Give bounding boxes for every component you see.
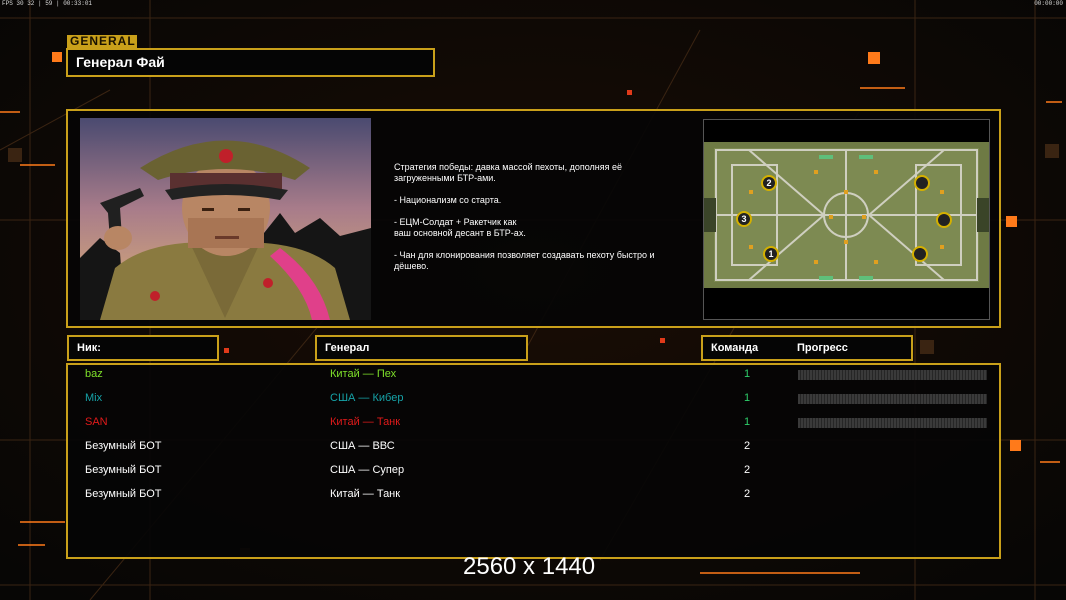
map-preview: 2 3 1	[703, 119, 990, 320]
clock-readout: 00:00:00	[1034, 0, 1063, 7]
player-team: 2	[744, 440, 751, 452]
player-general: США — Супер	[330, 464, 405, 476]
resolution-watermark: 2560 x 1440	[463, 553, 596, 580]
player-team: 1	[744, 392, 751, 404]
player-nick: Безумный БОТ	[85, 488, 162, 500]
player-progress-bar	[798, 394, 987, 404]
player-progress-bar	[798, 370, 987, 380]
strategy-description: Стратегия победы: давка массой пехоты, д…	[394, 162, 694, 283]
player-team: 1	[744, 416, 751, 428]
player-general: Китай — Танк	[330, 488, 401, 500]
header-general: Генерал	[315, 335, 528, 361]
map-slot-label: 1	[768, 249, 773, 259]
player-team: 2	[744, 488, 751, 500]
player-row[interactable]: Mix США — Кибер 1	[0, 391, 1066, 415]
header-team-progress: Команда Прогресс	[701, 335, 913, 361]
map-slot-label: 2	[766, 178, 771, 188]
description-line: - ЕЦМ-Солдат + Ракетчик как ваш основной…	[394, 217, 526, 238]
general-name: Генерал Фай	[66, 48, 435, 77]
player-nick: Безумный БОТ	[85, 464, 162, 476]
player-general: Китай — Пех	[330, 368, 397, 380]
player-team: 2	[744, 464, 751, 476]
player-nick: Безумный БОТ	[85, 440, 162, 452]
header-progress: Прогресс	[797, 342, 848, 354]
player-general: США — ВВС	[330, 440, 395, 452]
description-line: - Чан для клонирования позволяет создава…	[394, 250, 655, 271]
player-nick: SAN	[85, 416, 108, 428]
player-row[interactable]: Безумный БОТ США — Супер 2	[0, 463, 1066, 487]
player-progress-bar	[798, 418, 987, 428]
general-tag: GENERAL	[67, 35, 137, 48]
player-general: США — Кибер	[330, 392, 404, 404]
header-nick: Ник:	[67, 335, 219, 361]
description-line: - Национализм со старта.	[394, 195, 502, 205]
player-row[interactable]: Безумный БОТ Китай — Танк 2	[0, 487, 1066, 511]
header-team: Команда	[711, 342, 759, 354]
player-nick: Mix	[85, 392, 103, 404]
player-row[interactable]: baz Китай — Пех 1	[0, 367, 1066, 391]
player-team: 1	[744, 368, 751, 380]
general-portrait	[80, 118, 371, 320]
player-row[interactable]: Безумный БОТ США — ВВС 2	[0, 439, 1066, 463]
description-line: Стратегия победы: давка массой пехоты, д…	[394, 162, 623, 183]
player-row[interactable]: SAN Китай — Танк 1	[0, 415, 1066, 439]
map-image: 2 3 1	[704, 120, 989, 319]
fps-readout: FPS 30 32 | 59 | 00:33:01	[2, 0, 93, 7]
player-nick: baz	[85, 368, 103, 380]
map-slot-label: 3	[741, 214, 746, 224]
player-general: Китай — Танк	[330, 416, 401, 428]
top-status-bar: FPS 30 32 | 59 | 00:33:01 00:00:00	[0, 0, 1066, 7]
